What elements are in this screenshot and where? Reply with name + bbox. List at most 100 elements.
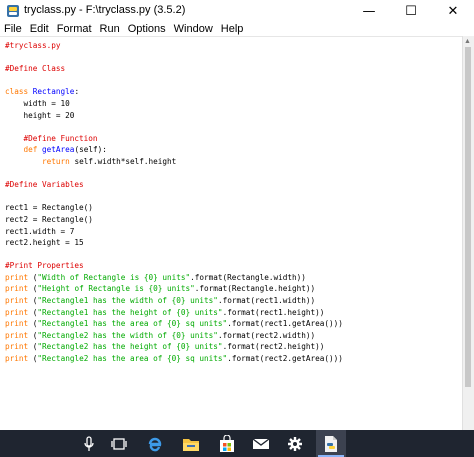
code-line: def getArea(self): bbox=[5, 144, 343, 156]
code-token: def bbox=[23, 145, 43, 155]
code-token: class bbox=[5, 87, 33, 97]
code-line: print ("Rectangle1 has the area of {0} s… bbox=[5, 318, 343, 330]
menu-format[interactable]: Format bbox=[53, 22, 96, 36]
taskbar-item-store[interactable] bbox=[212, 430, 242, 457]
code-token: .format(rect2.height)) bbox=[222, 342, 325, 352]
taskbar-item-mail[interactable] bbox=[246, 430, 276, 457]
code-token: rect1.width = 7 bbox=[5, 226, 75, 236]
menu-options[interactable]: Options bbox=[124, 22, 170, 36]
code-token: .format(rect1.height)) bbox=[222, 307, 325, 317]
code-token: "Height of Rectangle is {0} units" bbox=[37, 284, 195, 294]
code-token: "Rectangle1 has the area of {0} sq units… bbox=[37, 319, 228, 329]
code-token: print bbox=[5, 319, 29, 329]
settings-gear-icon bbox=[288, 436, 302, 451]
menu-edit[interactable]: Edit bbox=[26, 22, 53, 36]
minimize-button[interactable]: — bbox=[348, 0, 390, 22]
code-token: (self): bbox=[74, 145, 107, 155]
code-line: rect1.width = 7 bbox=[5, 226, 343, 238]
taskbar bbox=[0, 430, 474, 457]
python-file-icon bbox=[7, 5, 19, 17]
code-token: rect1 = Rectangle() bbox=[5, 203, 93, 213]
code-token: #tryclass.py bbox=[5, 41, 61, 50]
code-token: getArea bbox=[42, 145, 75, 155]
edge-browser-icon bbox=[148, 437, 162, 451]
code-line: print ("Rectangle2 has the width of {0} … bbox=[5, 330, 343, 342]
code-token: .format(Rectangle.width)) bbox=[190, 272, 306, 282]
code-token: .format(rect1.width)) bbox=[217, 296, 316, 306]
code-line: rect2.height = 15 bbox=[5, 237, 343, 249]
code-line: #Define Variables bbox=[5, 179, 343, 191]
code-token: rect2 = Rectangle() bbox=[5, 214, 93, 224]
python-idle-icon bbox=[325, 435, 337, 452]
code-line: rect1 = Rectangle() bbox=[5, 202, 343, 214]
taskbar-item-file-explorer[interactable] bbox=[176, 430, 206, 457]
code-token: print bbox=[5, 307, 29, 317]
code-token: #Print Properties bbox=[5, 261, 84, 271]
code-token: "Rectangle2 has the width of {0} units" bbox=[37, 330, 218, 340]
code-line: width = 10 bbox=[5, 98, 343, 110]
code-line: class Rectangle: bbox=[5, 86, 343, 98]
code-token: print bbox=[5, 272, 29, 282]
code-token: "Rectangle2 has the area of {0} sq units… bbox=[37, 354, 228, 364]
taskbar-item-edge[interactable] bbox=[140, 430, 170, 457]
code-line: return self.width*self.height bbox=[5, 156, 343, 168]
window-title: tryclass.py - F:\tryclass.py (3.5.2) bbox=[24, 4, 186, 16]
menu-file[interactable]: File bbox=[0, 22, 26, 36]
menu-help[interactable]: Help bbox=[217, 22, 248, 36]
scroll-up-arrow-icon[interactable]: ▲ bbox=[464, 38, 471, 45]
menu-run[interactable]: Run bbox=[96, 22, 124, 36]
code-token: .format(rect2.width)) bbox=[217, 330, 316, 340]
code-token: .format(rect1.getArea())) bbox=[227, 319, 343, 329]
taskbar-item-microphone[interactable] bbox=[74, 430, 104, 457]
code-line: rect2 = Rectangle() bbox=[5, 214, 343, 226]
code-editor[interactable]: #tryclass.py #Define Class class Rectangle… bbox=[0, 36, 462, 448]
code-token: .format(rect2.getArea())) bbox=[227, 354, 343, 364]
code-token: print bbox=[5, 342, 29, 352]
code-token: "Width of Rectangle is {0} units" bbox=[37, 272, 191, 282]
code-line: print ("Rectangle2 has the height of {0}… bbox=[5, 341, 343, 353]
code-line: print ("Rectangle1 has the height of {0}… bbox=[5, 307, 343, 319]
code-line: print ("Width of Rectangle is {0} units"… bbox=[5, 272, 343, 284]
code-token: #Define Class bbox=[5, 64, 66, 74]
title-bar: tryclass.py - F:\tryclass.py (3.5.2) — ☐… bbox=[0, 0, 474, 22]
taskbar-item-settings[interactable] bbox=[280, 430, 310, 457]
code-line: #Define Class bbox=[5, 63, 343, 75]
file-explorer-icon bbox=[183, 438, 199, 451]
code-token: self.width*self.height bbox=[69, 156, 177, 166]
menu-window[interactable]: Window bbox=[170, 22, 217, 36]
code-token: print bbox=[5, 296, 29, 306]
code-text: #tryclass.py #Define Class class Rectangle… bbox=[5, 40, 343, 365]
mail-icon bbox=[252, 437, 270, 449]
code-token: #Define Variables bbox=[5, 180, 84, 190]
code-token: : bbox=[74, 87, 80, 97]
code-line: print ("Rectangle1 has the width of {0} … bbox=[5, 295, 343, 307]
code-token: print bbox=[5, 284, 29, 294]
code-line: #tryclass.py bbox=[5, 40, 343, 52]
code-line: #Print Properties bbox=[5, 260, 343, 272]
code-token: rect2.height = 15 bbox=[5, 238, 84, 248]
code-token: "Rectangle1 has the height of {0} units" bbox=[37, 307, 223, 317]
code-line: print ("Rectangle2 has the area of {0} s… bbox=[5, 353, 343, 365]
taskbar-item-task-view[interactable] bbox=[104, 430, 134, 457]
code-token: width = 10 bbox=[5, 98, 70, 108]
code-token: return bbox=[42, 156, 70, 166]
code-token: Rectangle bbox=[32, 87, 75, 97]
code-line: #Define Function bbox=[5, 133, 343, 145]
scrollbar-thumb[interactable] bbox=[465, 47, 471, 387]
code-token: "Rectangle2 has the height of {0} units" bbox=[37, 342, 223, 352]
menu-bar: File Edit Format Run Options Window Help bbox=[0, 22, 474, 36]
taskbar-item-python-idle[interactable] bbox=[316, 430, 346, 457]
close-button[interactable]: ✕ bbox=[432, 0, 474, 22]
code-token: print bbox=[5, 354, 29, 364]
maximize-button[interactable]: ☐ bbox=[390, 0, 432, 22]
code-token: height = 20 bbox=[5, 110, 75, 120]
code-token: "Rectangle1 has the width of {0} units" bbox=[37, 296, 218, 306]
code-token: .format(Rectangle.height)) bbox=[194, 284, 316, 294]
